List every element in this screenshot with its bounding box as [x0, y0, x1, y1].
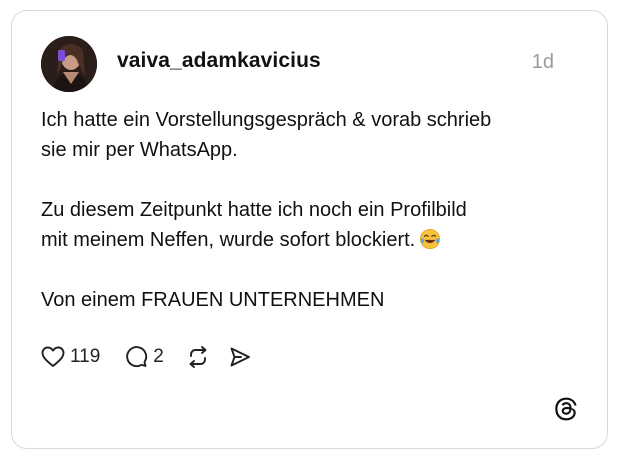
post-timestamp: 1d [531, 51, 554, 73]
post-text-line: mit meinem Neffen, wurde sofort blockier… [41, 225, 581, 255]
like-button[interactable]: 119 [41, 346, 100, 368]
send-icon [230, 347, 250, 367]
threads-logo-icon [555, 397, 577, 421]
heart-icon [41, 346, 65, 367]
reply-count: 2 [153, 346, 164, 367]
avatar[interactable] [41, 36, 97, 92]
post-text-line: Zu diesem Zeitpunkt hatte ich noch ein P… [41, 199, 467, 221]
face-with-tears-of-joy-icon [420, 229, 441, 249]
post-text-line: sie mir per WhatsApp. [41, 139, 238, 161]
comment-icon [126, 346, 148, 368]
post-card: vaiva_adamkavicius 1d Ich hatte ein Vors… [11, 10, 608, 449]
post-text-line-content: mit meinem Neffen, wurde sofort blockier… [41, 229, 416, 251]
post-text-line: Von einem FRAUEN UNTERNEHMEN [41, 289, 385, 311]
post-text-line: Ich hatte ein Vorstellungsgespräch & vor… [41, 109, 492, 131]
username[interactable]: vaiva_adamkavicius [117, 49, 321, 73]
share-button[interactable] [228, 345, 252, 369]
like-count: 119 [70, 346, 101, 367]
post-body: Ich hatte ein Vorstellungsgespräch & vor… [41, 105, 581, 315]
repost-button[interactable] [186, 345, 210, 369]
repost-icon [189, 346, 207, 368]
avatar-image [41, 36, 97, 92]
reply-button[interactable]: 2 [124, 345, 164, 369]
post-actions: 119 2 [41, 341, 270, 373]
